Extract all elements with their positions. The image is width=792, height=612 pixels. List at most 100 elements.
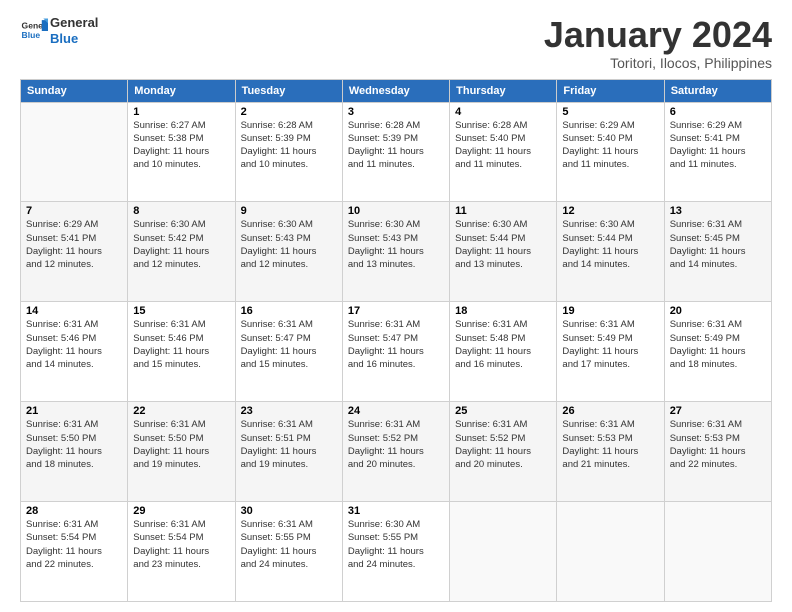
calendar-subtitle: Toritori, Ilocos, Philippines [544, 55, 772, 71]
day-info: Sunrise: 6:29 AM Sunset: 5:41 PM Dayligh… [26, 218, 122, 271]
day-number: 17 [348, 305, 444, 317]
day-cell: 28Sunrise: 6:31 AM Sunset: 5:54 PM Dayli… [21, 502, 128, 602]
day-cell: 24Sunrise: 6:31 AM Sunset: 5:52 PM Dayli… [342, 402, 449, 502]
day-number: 28 [26, 505, 122, 517]
day-cell [450, 502, 557, 602]
day-number: 31 [348, 505, 444, 517]
day-number: 8 [133, 205, 229, 217]
header-saturday: Saturday [664, 79, 771, 102]
day-cell: 19Sunrise: 6:31 AM Sunset: 5:49 PM Dayli… [557, 302, 664, 402]
day-number: 7 [26, 205, 122, 217]
day-number: 16 [241, 305, 337, 317]
day-number: 25 [455, 405, 551, 417]
day-cell: 18Sunrise: 6:31 AM Sunset: 5:48 PM Dayli… [450, 302, 557, 402]
day-cell: 1Sunrise: 6:27 AM Sunset: 5:38 PM Daylig… [128, 102, 235, 202]
day-info: Sunrise: 6:31 AM Sunset: 5:46 PM Dayligh… [26, 318, 122, 371]
header-monday: Monday [128, 79, 235, 102]
day-info: Sunrise: 6:31 AM Sunset: 5:50 PM Dayligh… [133, 418, 229, 471]
day-number: 1 [133, 106, 229, 118]
day-cell: 20Sunrise: 6:31 AM Sunset: 5:49 PM Dayli… [664, 302, 771, 402]
day-cell: 7Sunrise: 6:29 AM Sunset: 5:41 PM Daylig… [21, 202, 128, 302]
day-info: Sunrise: 6:31 AM Sunset: 5:50 PM Dayligh… [26, 418, 122, 471]
logo-line1: General [50, 15, 98, 31]
day-number: 20 [670, 305, 766, 317]
day-number: 2 [241, 106, 337, 118]
day-cell: 25Sunrise: 6:31 AM Sunset: 5:52 PM Dayli… [450, 402, 557, 502]
day-number: 4 [455, 106, 551, 118]
day-info: Sunrise: 6:31 AM Sunset: 5:45 PM Dayligh… [670, 218, 766, 271]
day-info: Sunrise: 6:28 AM Sunset: 5:39 PM Dayligh… [348, 119, 444, 172]
day-number: 27 [670, 405, 766, 417]
day-number: 9 [241, 205, 337, 217]
day-number: 11 [455, 205, 551, 217]
day-number: 5 [562, 106, 658, 118]
day-cell [664, 502, 771, 602]
day-cell: 11Sunrise: 6:30 AM Sunset: 5:44 PM Dayli… [450, 202, 557, 302]
day-info: Sunrise: 6:31 AM Sunset: 5:54 PM Dayligh… [133, 518, 229, 571]
day-number: 22 [133, 405, 229, 417]
day-info: Sunrise: 6:31 AM Sunset: 5:47 PM Dayligh… [241, 318, 337, 371]
day-cell: 21Sunrise: 6:31 AM Sunset: 5:50 PM Dayli… [21, 402, 128, 502]
week-row-1: 7Sunrise: 6:29 AM Sunset: 5:41 PM Daylig… [21, 202, 772, 302]
day-cell: 22Sunrise: 6:31 AM Sunset: 5:50 PM Dayli… [128, 402, 235, 502]
day-number: 14 [26, 305, 122, 317]
day-info: Sunrise: 6:31 AM Sunset: 5:53 PM Dayligh… [670, 418, 766, 471]
day-cell: 23Sunrise: 6:31 AM Sunset: 5:51 PM Dayli… [235, 402, 342, 502]
day-number: 6 [670, 106, 766, 118]
day-cell: 10Sunrise: 6:30 AM Sunset: 5:43 PM Dayli… [342, 202, 449, 302]
svg-text:Blue: Blue [22, 30, 41, 40]
calendar-table: SundayMondayTuesdayWednesdayThursdayFrid… [20, 79, 772, 602]
logo-line2: Blue [50, 31, 98, 47]
day-info: Sunrise: 6:28 AM Sunset: 5:40 PM Dayligh… [455, 119, 551, 172]
day-cell: 17Sunrise: 6:31 AM Sunset: 5:47 PM Dayli… [342, 302, 449, 402]
header-thursday: Thursday [450, 79, 557, 102]
day-cell [557, 502, 664, 602]
day-number: 12 [562, 205, 658, 217]
day-number: 19 [562, 305, 658, 317]
day-cell: 29Sunrise: 6:31 AM Sunset: 5:54 PM Dayli… [128, 502, 235, 602]
day-number: 21 [26, 405, 122, 417]
header-wednesday: Wednesday [342, 79, 449, 102]
day-cell: 31Sunrise: 6:30 AM Sunset: 5:55 PM Dayli… [342, 502, 449, 602]
day-cell: 15Sunrise: 6:31 AM Sunset: 5:46 PM Dayli… [128, 302, 235, 402]
day-info: Sunrise: 6:31 AM Sunset: 5:46 PM Dayligh… [133, 318, 229, 371]
day-cell [21, 102, 128, 202]
day-info: Sunrise: 6:30 AM Sunset: 5:43 PM Dayligh… [241, 218, 337, 271]
day-number: 15 [133, 305, 229, 317]
day-cell: 27Sunrise: 6:31 AM Sunset: 5:53 PM Dayli… [664, 402, 771, 502]
day-info: Sunrise: 6:31 AM Sunset: 5:49 PM Dayligh… [562, 318, 658, 371]
day-info: Sunrise: 6:28 AM Sunset: 5:39 PM Dayligh… [241, 119, 337, 172]
day-number: 10 [348, 205, 444, 217]
day-number: 26 [562, 405, 658, 417]
day-info: Sunrise: 6:31 AM Sunset: 5:52 PM Dayligh… [455, 418, 551, 471]
day-cell: 8Sunrise: 6:30 AM Sunset: 5:42 PM Daylig… [128, 202, 235, 302]
day-info: Sunrise: 6:31 AM Sunset: 5:48 PM Dayligh… [455, 318, 551, 371]
day-info: Sunrise: 6:31 AM Sunset: 5:51 PM Dayligh… [241, 418, 337, 471]
day-info: Sunrise: 6:31 AM Sunset: 5:49 PM Dayligh… [670, 318, 766, 371]
day-info: Sunrise: 6:31 AM Sunset: 5:47 PM Dayligh… [348, 318, 444, 371]
title-section: January 2024 Toritori, Ilocos, Philippin… [544, 15, 772, 71]
week-row-2: 14Sunrise: 6:31 AM Sunset: 5:46 PM Dayli… [21, 302, 772, 402]
day-info: Sunrise: 6:30 AM Sunset: 5:42 PM Dayligh… [133, 218, 229, 271]
header-tuesday: Tuesday [235, 79, 342, 102]
day-info: Sunrise: 6:30 AM Sunset: 5:44 PM Dayligh… [455, 218, 551, 271]
day-number: 23 [241, 405, 337, 417]
day-info: Sunrise: 6:30 AM Sunset: 5:44 PM Dayligh… [562, 218, 658, 271]
day-info: Sunrise: 6:30 AM Sunset: 5:55 PM Dayligh… [348, 518, 444, 571]
day-cell: 3Sunrise: 6:28 AM Sunset: 5:39 PM Daylig… [342, 102, 449, 202]
day-number: 3 [348, 106, 444, 118]
day-number: 13 [670, 205, 766, 217]
week-row-4: 28 Sunrise: 6:31 AM Sunset: 5:54 PM Dayli… [21, 502, 772, 602]
header-friday: Friday [557, 79, 664, 102]
day-cell: 30Sunrise: 6:31 AM Sunset: 5:55 PM Dayli… [235, 502, 342, 602]
day-info: Sunrise: 6:27 AM Sunset: 5:38 PM Dayligh… [133, 119, 229, 172]
calendar-title: January 2024 [544, 15, 772, 55]
day-cell: 26Sunrise: 6:31 AM Sunset: 5:53 PM Dayli… [557, 402, 664, 502]
calendar-header: General Blue General Blue January 2024 T… [20, 15, 772, 71]
header-row: SundayMondayTuesdayWednesdayThursdayFrid… [21, 79, 772, 102]
day-info: Sunrise: 6:29 AM Sunset: 5:41 PM Dayligh… [670, 119, 766, 172]
day-cell: 6Sunrise: 6:29 AM Sunset: 5:41 PM Daylig… [664, 102, 771, 202]
day-number: 30 [241, 505, 337, 517]
day-number: 29 [133, 505, 229, 517]
day-cell: 12Sunrise: 6:30 AM Sunset: 5:44 PM Dayli… [557, 202, 664, 302]
